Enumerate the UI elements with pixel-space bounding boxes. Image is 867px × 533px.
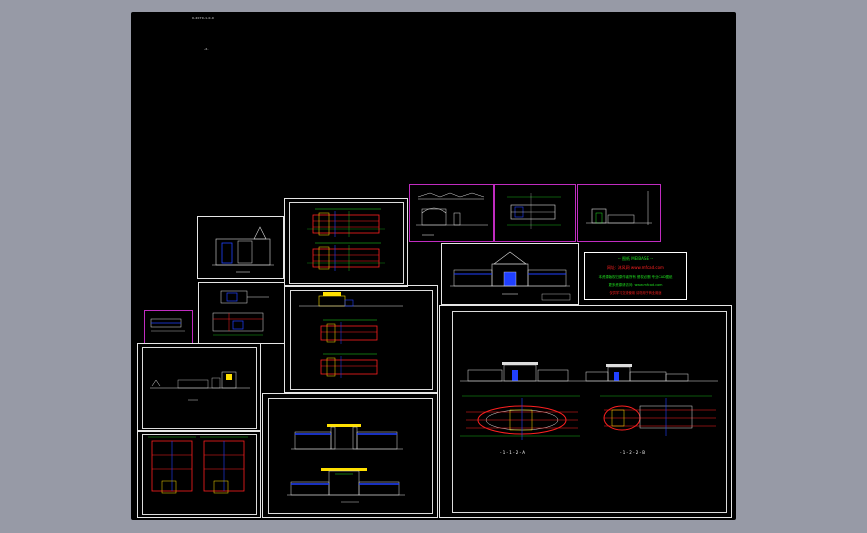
sheet-floor-plans-middle[interactable] <box>284 285 438 393</box>
caption-elevation-b: - 1 - 2 - 2 - B <box>620 450 646 455</box>
drawing-floor-plans-middle <box>299 292 403 378</box>
drawing-long-elevation-left <box>150 371 250 401</box>
title-block-line-5: 仅供学习交流使用 请勿用于商业用途 <box>609 291 662 295</box>
sheet-magenta-plan[interactable] <box>494 184 576 242</box>
sheet-main-elevation[interactable] <box>441 243 579 305</box>
title-block[interactable]: -- 图纸 MEIBASE -- 网址: 沐风网 www.mfcad.com 本… <box>584 252 687 300</box>
sheet-gate-elevation-small[interactable] <box>197 216 284 279</box>
drawing-gate-elevations <box>287 424 405 503</box>
caption-elevation-a: - 1 - 1 - 2 - A <box>500 450 526 455</box>
drawing-magenta-elevation-1 <box>416 192 488 236</box>
sheet-magenta-elevation-1[interactable] <box>409 184 494 242</box>
corner-note: 0-2070-1-0-0 <box>192 16 214 20</box>
sheet-oval-plans[interactable]: - 1 - 1 - 2 - A - 1 - 2 - 2 - B <box>439 305 732 518</box>
drawing-oval-plans <box>460 362 718 440</box>
drawing-magenta-elevation-2 <box>586 191 652 225</box>
drawing-floor-plans-bottom-left <box>148 436 248 494</box>
drawing-gate-plan-small <box>212 290 269 336</box>
sheet-magenta-detail[interactable] <box>144 310 193 344</box>
title-block-line-1: -- 图纸 MEIBASE -- <box>617 256 654 261</box>
drawing-magenta-detail <box>150 318 185 332</box>
drawing-main-elevation <box>450 251 571 301</box>
sheet-floor-plans-bottom-left[interactable] <box>137 430 261 518</box>
sheet-gate-elevations[interactable] <box>262 393 438 518</box>
drawing-gate-elevation-small <box>212 226 274 273</box>
sheet-floor-plans-top[interactable] <box>284 198 408 287</box>
title-block-line-3: 本资源版权归原作者所有 侵权必删 专业CAD图纸 <box>598 275 673 279</box>
drawing-magenta-plan <box>507 193 561 229</box>
title-block-line-4: 更多资源请访问: www.mfcad.com <box>608 283 663 287</box>
sheet-magenta-elevation-2[interactable] <box>577 184 661 242</box>
sheet-gate-plan-small[interactable] <box>198 282 285 344</box>
title-block-line-2: 网址: 沐风网 www.mfcad.com <box>607 265 664 270</box>
small-note: -2- <box>204 47 209 51</box>
drawing-floor-plans-top <box>307 208 385 271</box>
sheet-long-elevation-left[interactable] <box>137 343 261 432</box>
